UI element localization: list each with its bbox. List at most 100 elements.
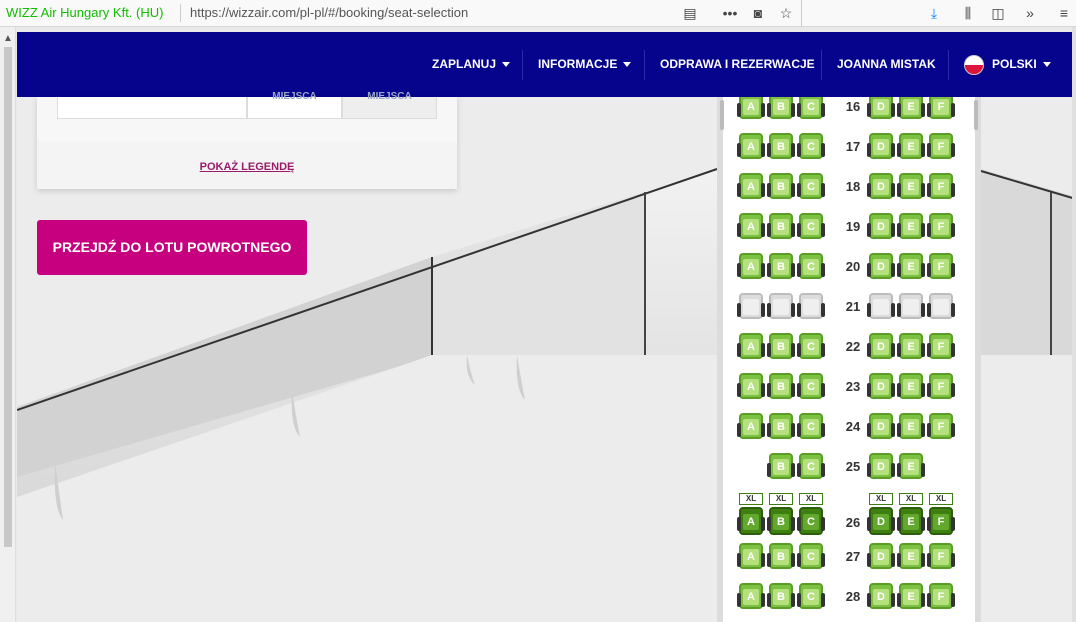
seat-28B[interactable]: B xyxy=(767,583,795,613)
seat-19F[interactable]: F xyxy=(927,213,955,243)
more-icon[interactable]: ••• xyxy=(720,4,740,22)
seat-18D[interactable]: D xyxy=(867,173,895,203)
seat-16E[interactable]: E xyxy=(897,97,925,123)
seat-23E[interactable]: E xyxy=(897,373,925,403)
nav-zaplanuj[interactable]: ZAPLANUJ xyxy=(432,32,511,97)
seat-25D[interactable]: D xyxy=(867,453,895,483)
seat-16B[interactable]: B xyxy=(767,97,795,123)
seat-19A[interactable]: A xyxy=(737,213,765,243)
seat-27F[interactable]: F xyxy=(927,543,955,573)
seat-27B[interactable]: B xyxy=(767,543,795,573)
seat-27E[interactable]: E xyxy=(897,543,925,573)
seat-letter: F xyxy=(933,589,949,605)
seat-letter: E xyxy=(903,419,919,435)
seat-20A[interactable]: A xyxy=(737,253,765,283)
seat-18C[interactable]: C xyxy=(797,173,825,203)
reader-icon[interactable]: ▤ xyxy=(680,4,700,22)
seat-23B[interactable]: B xyxy=(767,373,795,403)
seat-18A[interactable]: A xyxy=(737,173,765,203)
seat-20D[interactable]: D xyxy=(867,253,895,283)
seat-23C[interactable]: C xyxy=(797,373,825,403)
scroll-up-icon[interactable]: ▲ xyxy=(3,33,13,44)
seat-17F[interactable]: F xyxy=(927,133,955,163)
nav-odprawa[interactable]: ODPRAWA I REZERWACJE xyxy=(660,32,815,97)
seat-27A[interactable]: A xyxy=(737,543,765,573)
seat-22A[interactable]: A xyxy=(737,333,765,363)
nav-user[interactable]: JOANNA MISTAK xyxy=(837,32,936,97)
seat-22B[interactable]: B xyxy=(767,333,795,363)
seat-22F[interactable]: F xyxy=(927,333,955,363)
seatmap-scroll-left[interactable] xyxy=(720,100,724,130)
seat-28A[interactable]: A xyxy=(737,583,765,613)
seat-armrest xyxy=(891,103,895,117)
seat-25C[interactable]: C xyxy=(797,453,825,483)
seat-17C[interactable]: C xyxy=(797,133,825,163)
show-legend-link[interactable]: POKAŻ LEGENDĘ xyxy=(37,161,457,173)
seat-22E[interactable]: E xyxy=(897,333,925,363)
seat-23A[interactable]: A xyxy=(737,373,765,403)
seat-24C[interactable]: C xyxy=(797,413,825,443)
seat-26B[interactable]: XL B xyxy=(767,493,795,535)
seat-24B[interactable]: B xyxy=(767,413,795,443)
seat-19B[interactable]: B xyxy=(767,213,795,243)
seat-24E[interactable]: E xyxy=(897,413,925,443)
download-icon[interactable]: ⤓ xyxy=(924,4,944,22)
seat-23D[interactable]: D xyxy=(867,373,895,403)
seat-20E[interactable]: E xyxy=(897,253,925,283)
seat-armrest xyxy=(867,263,871,277)
seat-20C[interactable]: C xyxy=(797,253,825,283)
seat-26D[interactable]: XL D xyxy=(867,493,895,535)
seat-19C[interactable]: C xyxy=(797,213,825,243)
star-icon[interactable]: ☆ xyxy=(776,4,796,22)
seat-28F[interactable]: F xyxy=(927,583,955,613)
seat-28E[interactable]: E xyxy=(897,583,925,613)
url-input[interactable]: https://wizzair.com/pl-pl/#/booking/seat… xyxy=(190,5,468,20)
seat-24A[interactable]: A xyxy=(737,413,765,443)
seat-24F[interactable]: F xyxy=(927,413,955,443)
seatmap-scrollbar[interactable] xyxy=(974,100,978,130)
seat-26A[interactable]: XL A xyxy=(737,493,765,535)
seat-16F[interactable]: F xyxy=(927,97,955,123)
seat-26C[interactable]: XL C xyxy=(797,493,825,535)
seat-24D[interactable]: D xyxy=(867,413,895,443)
seat-23F[interactable]: F xyxy=(927,373,955,403)
pocket-icon[interactable]: ◙ xyxy=(748,4,768,22)
seat-22D[interactable]: D xyxy=(867,333,895,363)
seat-19D[interactable]: D xyxy=(867,213,895,243)
sidebar-icon[interactable]: ◫ xyxy=(988,4,1008,22)
seat-27C[interactable]: C xyxy=(797,543,825,573)
page-scrollbar[interactable]: ▲ xyxy=(0,27,16,622)
overflow-icon[interactable]: » xyxy=(1020,4,1040,22)
seat-28D[interactable]: D xyxy=(867,583,895,613)
seat-18B[interactable]: B xyxy=(767,173,795,203)
seat-26F[interactable]: XL F xyxy=(927,493,955,535)
seat-17E[interactable]: E xyxy=(897,133,925,163)
site-identity[interactable]: WIZZ Air Hungary Kft. (HU) xyxy=(6,5,163,20)
seat-20B[interactable]: B xyxy=(767,253,795,283)
seat-18E[interactable]: E xyxy=(897,173,925,203)
scrollbar-thumb[interactable] xyxy=(4,47,12,547)
seat-16A[interactable]: A xyxy=(737,97,765,123)
seat-16D[interactable]: D xyxy=(867,97,895,123)
seat-20F[interactable]: F xyxy=(927,253,955,283)
seat-17D[interactable]: D xyxy=(867,133,895,163)
seat-armrest xyxy=(767,143,771,157)
seat-25E[interactable]: E xyxy=(897,453,925,483)
menu-icon[interactable]: ≡ xyxy=(1054,4,1074,22)
seat-22C[interactable]: C xyxy=(797,333,825,363)
seat-17B[interactable]: B xyxy=(767,133,795,163)
nav-language[interactable]: POLSKI xyxy=(964,32,1051,97)
browser-url-bar: WIZZ Air Hungary Kft. (HU) https://wizza… xyxy=(0,0,1076,27)
nav-informacje[interactable]: INFORMACJE xyxy=(538,32,632,97)
seat-27D[interactable]: D xyxy=(867,543,895,573)
seat-28C[interactable]: C xyxy=(797,583,825,613)
panel-cell-seats-2: MIEJSCA xyxy=(342,91,437,119)
seat-26E[interactable]: XL E xyxy=(897,493,925,535)
seat-18F[interactable]: F xyxy=(927,173,955,203)
seat-25B[interactable]: B xyxy=(767,453,795,483)
seat-16C[interactable]: C xyxy=(797,97,825,123)
seat-19E[interactable]: E xyxy=(897,213,925,243)
seat-17A[interactable]: A xyxy=(737,133,765,163)
return-flight-button[interactable]: PRZEJDŹ DO LOTU POWROTNEGO xyxy=(37,220,307,275)
library-icon[interactable]: ⫼ xyxy=(958,4,978,22)
